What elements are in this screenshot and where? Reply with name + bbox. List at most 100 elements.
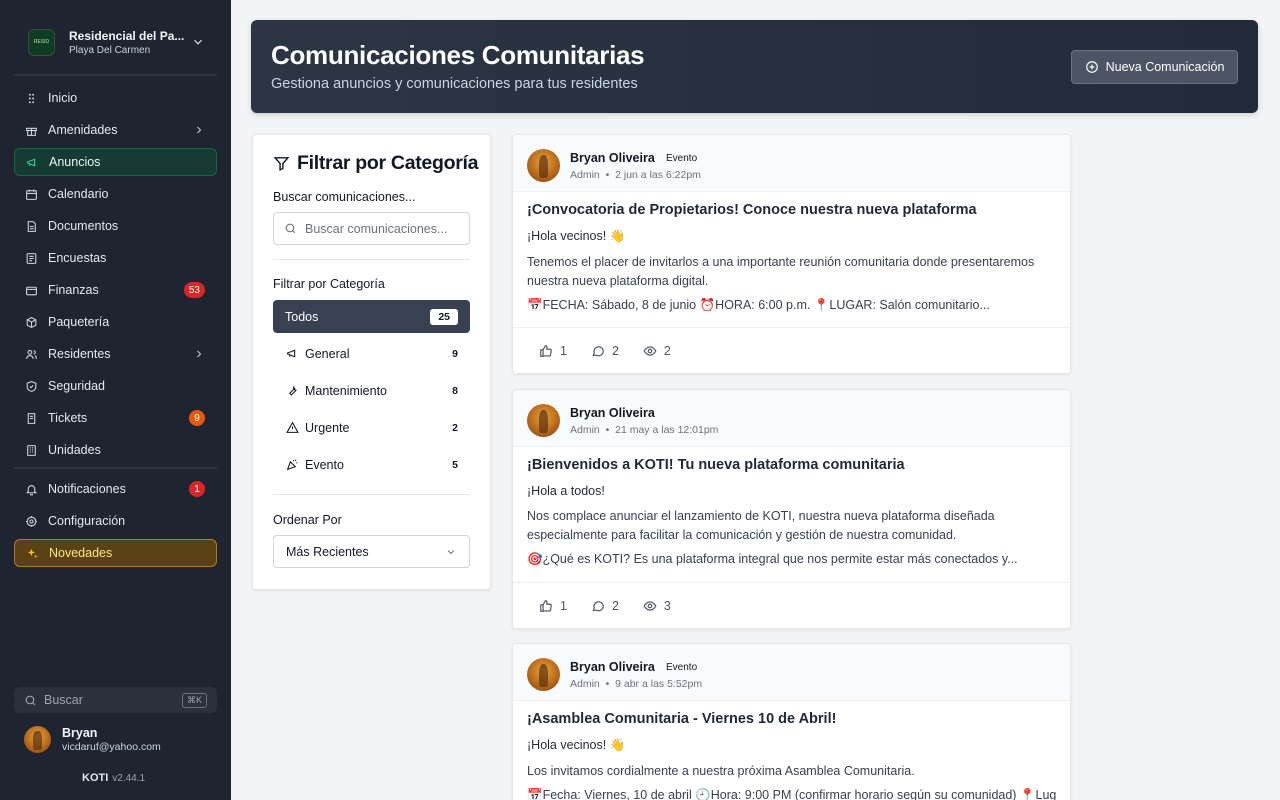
post-tag: Evento [666,662,698,673]
post-text: Tenemos el placer de invitarlos a una im… [527,255,1035,288]
category-count: 8 [452,384,458,397]
sidebar-search-placeholder: Buscar [44,693,83,707]
sidebar-item-tickets[interactable]: Tickets 9 [14,404,217,432]
like-button[interactable]: 1 [539,599,567,613]
sidebar-item-seguridad[interactable]: Seguridad [14,372,217,400]
post-meta: Admin • 21 may a las 12:01pm [570,424,719,436]
sidebar-item-residentes[interactable]: Residentes [14,340,217,368]
calendar-icon [24,187,38,201]
category-count: 25 [430,308,458,325]
sidebar-item-unidades[interactable]: Unidades [14,436,217,464]
filter-title-text: Filtrar por Categoría [297,152,479,174]
post-tag: Evento [666,153,698,164]
search-icon [285,223,296,234]
post-title[interactable]: ¡Convocatoria de Propietarios! Conoce nu… [527,202,1056,218]
category-evento[interactable]: Evento 5 [273,448,470,481]
org-name: Residencial del Pa... [69,28,185,43]
category-count: 9 [452,347,458,360]
post-author: Bryan Oliveira [570,151,655,165]
post-author: Bryan Oliveira [570,660,655,674]
user-email: vicdaruf@yahoo.com [62,741,161,753]
post-header: Bryan Oliveira Evento Admin • 9 abr a la… [513,644,1070,701]
sidebar-item-configuracion[interactable]: Configuración [14,507,217,535]
category-general[interactable]: General 9 [273,337,470,370]
gift-icon [24,123,38,137]
post-card[interactable]: Bryan Oliveira Admin • 21 may a las 12:0… [512,389,1071,629]
building-icon [24,443,38,457]
search-placeholder: Buscar comunicaciones... [305,221,448,236]
app-name: KOTI [82,772,109,784]
filter-title: Filtrar por Categoría [273,152,478,175]
user-profile[interactable]: Bryan vicdaruf@yahoo.com [24,726,161,753]
post-header: Bryan Oliveira Admin • 21 may a las 12:0… [513,390,1070,447]
sidebar-search[interactable]: Buscar ⌘K [14,687,217,713]
view-count: 2 [663,343,671,358]
sidebar-item-notificaciones[interactable]: Notificaciones 1 [14,475,217,503]
sidebar-item-novedades[interactable]: Novedades [14,539,217,567]
sidebar-item-label: Tickets [48,411,88,425]
bell-icon [24,482,38,496]
comment-button[interactable]: 2 [591,344,619,358]
post-date: 21 may a las 12:01pm [615,424,719,436]
page-title: Comunicaciones Comunitarias [271,40,645,70]
post-title[interactable]: ¡Bienvenidos a KOTI! Tu nueva plataforma… [527,457,1056,473]
search-icon [25,695,36,705]
sidebar-item-encuestas[interactable]: Encuestas [14,244,217,272]
main-nav: Inicio Amenidades Anuncios Calendario Do… [14,84,217,468]
sidebar-item-paqueteria[interactable]: Paquetería [14,308,217,336]
app-version: KOTI v2.44.1 [82,772,145,784]
org-logo: RESID [28,28,55,56]
megaphone-icon [25,155,39,169]
sort-select[interactable]: Más Recientes [273,535,470,568]
avatar [527,149,560,182]
post-card[interactable]: Bryan Oliveira Evento Admin • 2 jun a la… [512,134,1071,374]
comment-button[interactable]: 2 [591,599,619,613]
sidebar-item-documentos[interactable]: Documentos [14,212,217,240]
sidebar-item-label: Documentos [48,219,119,233]
like-button[interactable]: 1 [539,344,567,358]
divider [14,467,217,469]
sidebar-item-label: Configuración [48,514,126,528]
post-detail: 📅FECHA: Sábado, 8 de junio ⏰HORA: 6:00 p… [527,298,990,312]
sidebar: RESID Residencial del Pa... Playa Del Ca… [0,0,231,800]
post-card[interactable]: Bryan Oliveira Evento Admin • 9 abr a la… [512,643,1071,800]
sidebar-item-inicio[interactable]: Inicio [14,84,217,112]
post-role: Admin [570,424,600,436]
chevron-down-icon [194,39,202,45]
views-stat: 3 [643,599,671,613]
search-input[interactable]: Buscar comunicaciones... [273,212,470,245]
sidebar-item-anuncios[interactable]: Anuncios [14,148,217,176]
like-count: 1 [560,343,567,358]
post-detail: 🎯¿Qué es KOTI? Es una plataforma integra… [527,552,1018,566]
sidebar-item-label: Unidades [48,443,101,457]
chevron-right-icon [197,126,202,134]
sidebar-item-label: Anuncios [49,155,101,169]
shortcut-hint: ⌘K [181,692,207,708]
new-communication-button[interactable]: Nueva Comunicación [1071,50,1238,84]
avatar [24,726,51,753]
post-title[interactable]: ¡Asamblea Comunitaria - Viernes 10 de Ab… [527,711,1056,727]
category-label: Todos [285,309,319,324]
sidebar-item-finanzas[interactable]: Finanzas 53 [14,276,217,304]
post-footer: 1 2 3 [513,582,1070,628]
notification-badge: 9 [189,410,205,426]
category-mantenimiento[interactable]: Mantenimiento 8 [273,374,470,407]
post-greeting: ¡Hola vecinos! 👋 [527,229,626,243]
category-urgente[interactable]: Urgente 2 [273,411,470,444]
comment-icon [592,345,604,356]
thumbs-up-icon [540,344,552,357]
party-icon [285,458,299,472]
divider [273,494,470,495]
notification-badge: 1 [189,481,205,497]
eye-icon [643,345,657,356]
category-todos[interactable]: Todos 25 [273,300,470,333]
post-footer: 1 2 2 [513,327,1070,373]
sidebar-item-calendario[interactable]: Calendario [14,180,217,208]
user-name: Bryan [62,726,98,740]
post-meta: Admin • 2 jun a las 6:22pm [570,169,701,181]
views-stat: 2 [643,344,671,358]
org-switcher[interactable]: RESID Residencial del Pa... Playa Del Ca… [14,20,217,64]
sidebar-item-amenidades[interactable]: Amenidades [14,116,217,144]
comment-count: 2 [611,343,619,358]
divider [14,74,217,76]
